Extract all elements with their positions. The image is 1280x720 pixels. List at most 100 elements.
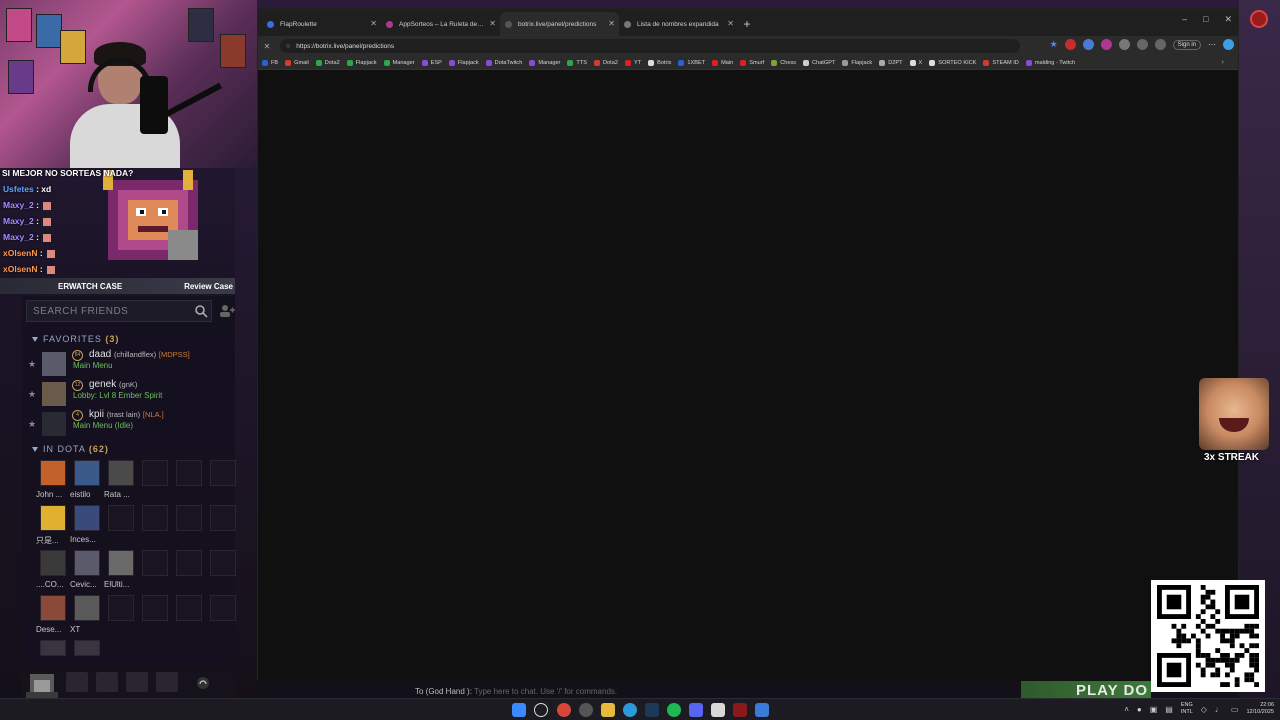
bookmark-item[interactable]: Manager — [529, 59, 560, 66]
headset-icon[interactable] — [196, 676, 210, 690]
friend-avatar[interactable] — [40, 595, 66, 621]
friend-avatar[interactable] — [40, 640, 66, 656]
friend-avatar[interactable] — [108, 460, 134, 486]
bookmark-item[interactable]: Manager — [383, 59, 415, 66]
maximize-icon[interactable]: □ — [1203, 14, 1208, 25]
bookmark-item[interactable]: STEAM ID — [983, 59, 1019, 66]
bookmark-item[interactable]: Flapjack — [346, 59, 377, 66]
search-icon[interactable] — [194, 304, 208, 318]
game-chat-input[interactable]: To (God Hand ): Type here to chat. Use '… — [415, 687, 617, 696]
url-field[interactable]: ○ https://botrix.live/panel/predictions — [280, 39, 1020, 53]
add-friend-icon[interactable] — [219, 304, 235, 318]
browser-tab[interactable]: botrix.live/panel/predictions ✕ — [500, 12, 619, 36]
friend-avatar[interactable] — [74, 460, 100, 486]
bookmark-item[interactable]: Dota2 — [594, 59, 618, 66]
bookmark-item[interactable]: FB — [262, 59, 278, 66]
discord-icon[interactable] — [689, 703, 703, 717]
copilot-icon[interactable] — [1223, 39, 1234, 50]
bookmark-item[interactable]: YT — [624, 59, 641, 66]
party-slot[interactable] — [66, 672, 88, 692]
bookmark-item[interactable]: D2PT — [879, 59, 903, 66]
monitor-icon[interactable]: ▤ — [1165, 705, 1173, 714]
new-tab-button[interactable]: + — [738, 12, 756, 36]
friend-avatar[interactable] — [108, 550, 134, 576]
bookmark-item[interactable]: Smurf — [740, 59, 764, 66]
review-case-button[interactable]: Review Case — [184, 282, 233, 291]
extension-icon[interactable] — [1082, 39, 1094, 50]
bookmark-item[interactable]: ChatGPT — [803, 59, 835, 66]
bookmark-item[interactable]: Botrix — [648, 59, 671, 66]
browser-tab[interactable]: FlapRoulette ✕ — [262, 12, 381, 36]
extension-icon[interactable] — [1064, 39, 1076, 50]
search-icon[interactable] — [534, 703, 548, 717]
dota-icon[interactable] — [733, 703, 747, 717]
browser-tab[interactable]: AppSorteos – La Ruleta de la Sue ✕ — [381, 12, 500, 36]
bookmark-item[interactable]: ESP — [421, 59, 442, 66]
overwatch-case-bar[interactable]: ERWATCH CASE Review Case — [0, 278, 235, 294]
collections-icon[interactable] — [1136, 39, 1148, 50]
menu-dots-icon[interactable]: ⋯ — [1208, 40, 1216, 49]
party-slot[interactable] — [126, 672, 148, 692]
spotify-icon[interactable] — [667, 703, 681, 717]
close-icon[interactable]: ✕ — [1224, 14, 1232, 25]
friend-avatar[interactable] — [74, 640, 100, 656]
stop-loading-icon[interactable]: ✕ — [260, 42, 274, 51]
bookmark-item[interactable]: 1XBET — [678, 59, 705, 66]
extension-icon[interactable] — [1100, 39, 1112, 50]
bookmark-item[interactable]: Chess — [771, 59, 796, 66]
friend-avatar[interactable] — [74, 550, 100, 576]
edge-icon[interactable] — [623, 703, 637, 717]
party-slot[interactable] — [156, 672, 178, 692]
favorite-star-icon[interactable]: ★ — [28, 389, 36, 400]
friend-avatar[interactable] — [40, 460, 66, 486]
favorite-star-icon[interactable]: ★ — [28, 419, 36, 430]
bookmark-item[interactable]: malding - Twitch — [1025, 59, 1075, 66]
friend-row[interactable]: ★ 84 daad (chillandflex) [MDPSS] Main Menu — [26, 349, 231, 378]
search-friends-input[interactable]: SEARCH FRIENDS — [26, 300, 212, 322]
steam-icon[interactable] — [645, 703, 659, 717]
language-indicator[interactable]: ENG INTL — [1181, 702, 1193, 716]
bookmark-item[interactable]: SORTEO KICK — [929, 59, 976, 66]
notepad-icon[interactable] — [711, 703, 725, 717]
bookmark-item[interactable]: Flapjack — [448, 59, 479, 66]
favorite-star-icon[interactable]: ★ — [28, 359, 36, 370]
obs-icon[interactable] — [579, 703, 593, 717]
bookmark-item[interactable]: Dota2 — [315, 59, 340, 66]
bookmarks-overflow-icon[interactable]: › — [1222, 59, 1224, 66]
start-icon[interactable] — [512, 703, 526, 717]
favorites-group-header[interactable]: FAVORITES (3) — [32, 334, 119, 344]
friend-avatar[interactable] — [74, 595, 100, 621]
battery-icon[interactable]: ▭ — [1231, 705, 1239, 714]
bookmark-item[interactable]: TTS — [567, 59, 587, 66]
browser-tab[interactable]: Lista de nombres expandida ✕ — [619, 12, 738, 36]
friend-avatar[interactable] — [40, 550, 66, 576]
bookmark-item[interactable]: Gmail — [285, 59, 309, 66]
chevron-up-icon[interactable]: ˄ — [1124, 705, 1129, 714]
tab-close-icon[interactable]: ✕ — [727, 19, 734, 28]
network-icon[interactable]: ◇ — [1201, 705, 1207, 714]
volume-icon[interactable]: ♩ — [1215, 705, 1223, 714]
history-icon[interactable] — [1154, 39, 1166, 50]
party-slot[interactable] — [96, 672, 118, 692]
friend-row[interactable]: ★ 12 genek (gnK) Lobby: Lvl 8 Ember Spirit — [26, 379, 231, 408]
minimize-icon[interactable]: – — [1182, 14, 1187, 25]
site-info-icon[interactable]: ○ — [286, 43, 290, 50]
bookmark-item[interactable]: DotaTwitch — [485, 59, 522, 66]
friend-avatar[interactable] — [40, 505, 66, 531]
friend-avatar[interactable] — [74, 505, 100, 531]
usb-icon[interactable]: ▣ — [1150, 705, 1158, 714]
friend-row[interactable]: ★ 4 kpii (trast lain) [NLA.] Main Menu (Idl… — [26, 409, 231, 438]
tab-close-icon[interactable]: ✕ — [608, 19, 615, 28]
sign-in-button[interactable]: Sign in — [1172, 39, 1201, 50]
mic-icon[interactable]: ● — [1137, 705, 1142, 714]
bookmark-item[interactable]: X — [909, 59, 922, 66]
bookmark-star-icon[interactable]: ★ — [1050, 39, 1058, 50]
file-explorer-icon[interactable] — [601, 703, 615, 717]
bookmark-item[interactable]: Main — [712, 59, 733, 66]
in-dota-group-header[interactable]: IN DOTA (62) — [32, 444, 109, 454]
clock[interactable]: 22:06 12/10/2025 — [1246, 702, 1274, 716]
tab-close-icon[interactable]: ✕ — [489, 19, 496, 28]
extensions-icon[interactable] — [1118, 39, 1130, 50]
bookmark-item[interactable]: Flapjack — [842, 59, 872, 66]
tab-close-icon[interactable]: ✕ — [370, 19, 377, 28]
